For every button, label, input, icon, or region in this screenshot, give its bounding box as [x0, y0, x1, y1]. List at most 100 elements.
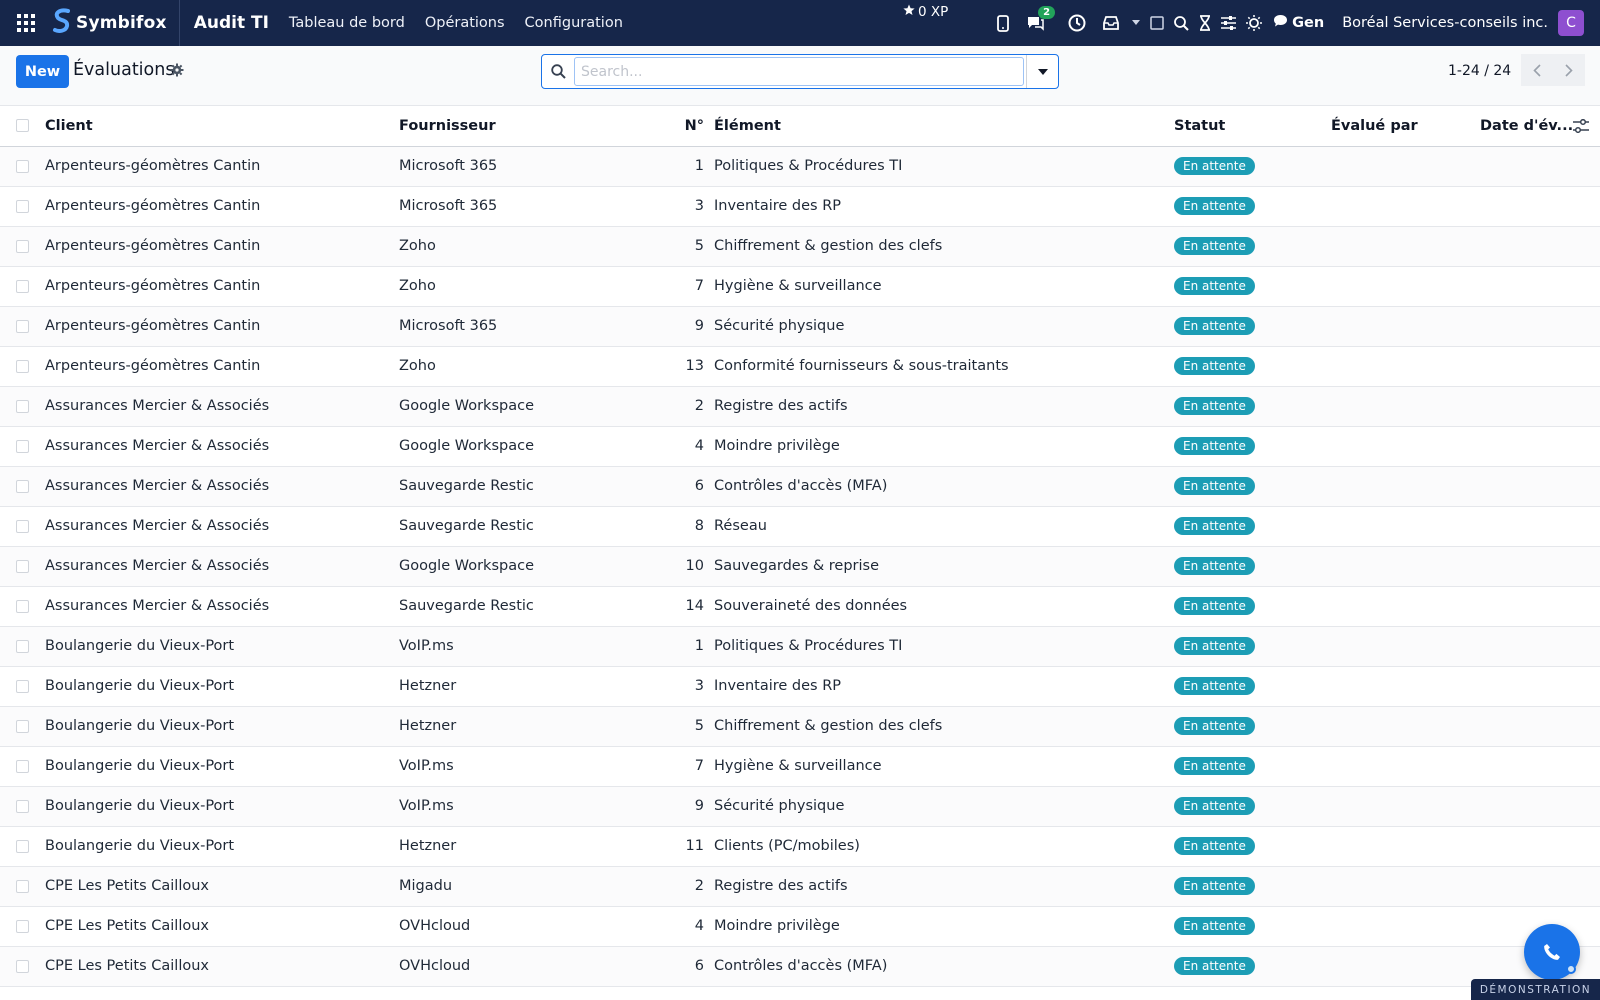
cell-evaluation-date: [1480, 506, 1600, 547]
table-row[interactable]: Assurances Mercier & Associés Google Work…: [0, 546, 1600, 587]
cell-client: Arpenteurs-géomètres Cantin: [45, 146, 399, 187]
table-row[interactable]: CPE Les Petits Cailloux Migadu 2 Registre d…: [0, 866, 1600, 907]
column-evaluation-date[interactable]: Date d'év...: [1480, 118, 1573, 134]
column-status[interactable]: Statut: [1174, 106, 1331, 147]
table-row[interactable]: Boulangerie du Vieux-Port VoIP.ms 9 Sécurit…: [0, 786, 1600, 827]
caret-down-icon[interactable]: [1132, 20, 1141, 26]
row-checkbox[interactable]: [16, 239, 29, 253]
cell-client: Assurances Mercier & Associés: [45, 466, 399, 507]
row-checkbox[interactable]: [16, 839, 29, 853]
xp-counter[interactable]: 0 XP: [903, 4, 948, 20]
table-row[interactable]: Arpenteurs-géomètres Cantin Microsoft 365…: [0, 306, 1600, 347]
row-checkbox[interactable]: [16, 879, 29, 893]
column-supplier[interactable]: Fournisseur: [399, 106, 659, 147]
row-checkbox[interactable]: [16, 439, 29, 453]
cell-evaluated-by: [1331, 226, 1480, 267]
cell-supplier: VoIP.ms: [399, 746, 659, 787]
gear-icon[interactable]: [170, 62, 184, 81]
row-checkbox[interactable]: [16, 479, 29, 493]
new-button[interactable]: New: [16, 55, 69, 88]
table-row[interactable]: CPE Les Petits Cailloux OVHcloud 6 Contrôle…: [0, 946, 1600, 987]
table-row[interactable]: Assurances Mercier & Associés Sauvegarde …: [0, 586, 1600, 627]
app-title[interactable]: Audit TI: [194, 13, 269, 33]
cell-supplier: Zoho: [399, 266, 659, 307]
apps-grid-icon[interactable]: [0, 0, 52, 46]
row-checkbox[interactable]: [16, 399, 29, 413]
avatar[interactable]: C: [1558, 10, 1584, 36]
hourglass-icon[interactable]: [1199, 15, 1211, 31]
table-row[interactable]: Arpenteurs-géomètres Cantin Zoho 7 Hygiène …: [0, 266, 1600, 307]
company-switcher[interactable]: Boréal Services-conseils inc.: [1342, 15, 1548, 31]
cell-status: En attente: [1174, 706, 1331, 747]
row-checkbox[interactable]: [16, 679, 29, 693]
clock-icon[interactable]: [1068, 14, 1086, 32]
row-checkbox[interactable]: [16, 799, 29, 813]
row-checkbox[interactable]: [16, 759, 29, 773]
table-row[interactable]: Arpenteurs-géomètres Cantin Microsoft 365…: [0, 146, 1600, 187]
cell-number: 4: [659, 906, 714, 947]
menu-operations[interactable]: Opérations: [425, 15, 505, 31]
sliders-icon[interactable]: [1221, 16, 1237, 30]
select-all-checkbox[interactable]: [16, 119, 29, 133]
column-client[interactable]: Client: [45, 106, 399, 147]
table-row[interactable]: Arpenteurs-géomètres Cantin Microsoft 365…: [0, 186, 1600, 227]
column-element[interactable]: Élément: [714, 106, 1174, 147]
row-checkbox[interactable]: [16, 279, 29, 293]
row-checkbox[interactable]: [16, 919, 29, 933]
search-options-toggle[interactable]: [1026, 55, 1058, 88]
square-icon[interactable]: [1150, 16, 1164, 30]
pager-previous-button[interactable]: [1521, 54, 1553, 86]
row-checkbox[interactable]: [16, 959, 29, 973]
column-evaluated-by[interactable]: Évalué par: [1331, 106, 1480, 147]
table-row[interactable]: Boulangerie du Vieux-Port Hetzner 3 Inventa…: [0, 666, 1600, 707]
table-row[interactable]: Boulangerie du Vieux-Port VoIP.ms 7 Hygiène…: [0, 746, 1600, 787]
cell-number: 2: [659, 866, 714, 907]
cell-number: 13: [659, 346, 714, 387]
table-row[interactable]: Boulangerie du Vieux-Port VoIP.ms 1 Politiq…: [0, 626, 1600, 667]
table-row[interactable]: Boulangerie du Vieux-Port Hetzner 11 Client…: [0, 826, 1600, 867]
row-checkbox[interactable]: [16, 599, 29, 613]
row-checkbox[interactable]: [16, 719, 29, 733]
status-badge: En attente: [1174, 837, 1255, 855]
table-row[interactable]: Arpenteurs-géomètres Cantin Zoho 5 Chiffrem…: [0, 226, 1600, 267]
status-badge: En attente: [1174, 437, 1255, 455]
table-row[interactable]: Assurances Mercier & Associés Sauvegarde …: [0, 506, 1600, 547]
status-badge: En attente: [1174, 917, 1255, 935]
chat-icon[interactable]: 2: [1026, 5, 1056, 32]
pager-next-button[interactable]: [1553, 54, 1585, 86]
table-row[interactable]: CPE Les Petits Cailloux OVHcloud 4 Moindre …: [0, 906, 1600, 947]
cell-supplier: Microsoft 365: [399, 306, 659, 347]
phone-icon[interactable]: [997, 14, 1010, 32]
table-row[interactable]: Assurances Mercier & Associés Sauvegarde …: [0, 466, 1600, 507]
status-badge: En attente: [1174, 637, 1255, 655]
row-checkbox[interactable]: [16, 319, 29, 333]
menu-configuration[interactable]: Configuration: [525, 15, 623, 31]
row-checkbox[interactable]: [16, 199, 29, 213]
table-row[interactable]: Assurances Mercier & Associés Google Work…: [0, 426, 1600, 467]
search-icon[interactable]: [1174, 15, 1189, 31]
sun-icon[interactable]: [1246, 15, 1263, 31]
row-select-cell: [0, 466, 45, 507]
column-number[interactable]: N°: [659, 106, 714, 147]
row-checkbox[interactable]: [16, 519, 29, 533]
column-settings-icon[interactable]: [1573, 118, 1589, 137]
gen-button[interactable]: Gen: [1273, 14, 1324, 32]
table-row[interactable]: Boulangerie du Vieux-Port Hetzner 5 Chiffre…: [0, 706, 1600, 747]
table-row[interactable]: Arpenteurs-géomètres Cantin Zoho 13 Conform…: [0, 346, 1600, 387]
search-input[interactable]: [574, 57, 1024, 86]
cell-supplier: Hetzner: [399, 706, 659, 747]
pager-value[interactable]: 1-24 / 24: [1448, 63, 1511, 79]
brand[interactable]: Symbifox: [52, 0, 180, 46]
row-checkbox[interactable]: [16, 359, 29, 373]
cell-evaluation-date: [1480, 466, 1600, 507]
cell-evaluated-by: [1331, 466, 1480, 507]
cell-client: Assurances Mercier & Associés: [45, 506, 399, 547]
menu-dashboard[interactable]: Tableau de bord: [289, 15, 405, 31]
row-select-cell: [0, 586, 45, 627]
table-row[interactable]: Assurances Mercier & Associés Google Work…: [0, 386, 1600, 427]
row-checkbox[interactable]: [16, 559, 29, 573]
row-checkbox[interactable]: [16, 639, 29, 653]
inbox-icon[interactable]: [1103, 16, 1120, 30]
status-badge: En attente: [1174, 957, 1255, 975]
row-checkbox[interactable]: [16, 159, 29, 173]
